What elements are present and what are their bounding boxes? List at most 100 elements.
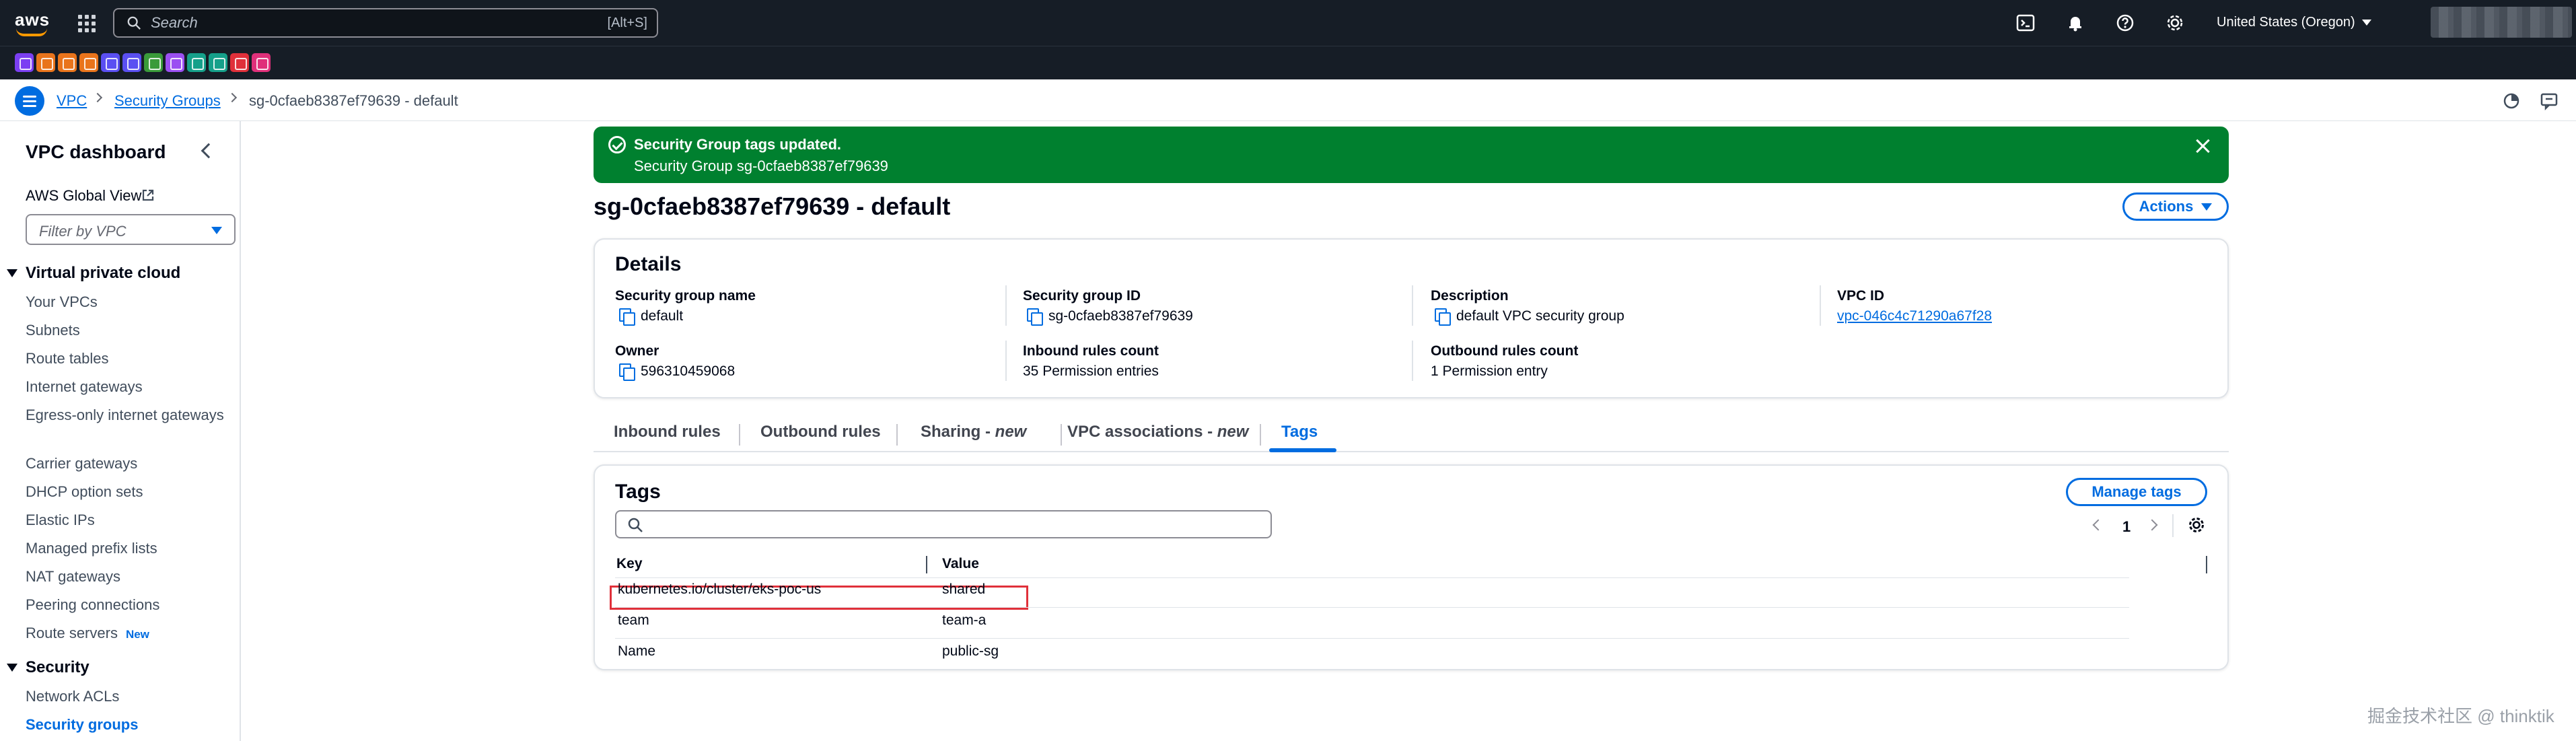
sidebar-section-title[interactable]: Virtual private cloud (26, 264, 180, 283)
aws-smile-icon (16, 28, 47, 36)
search-shortcut: [Alt+S] (607, 15, 647, 30)
actions-button[interactable]: Actions (2122, 192, 2229, 221)
sidebar-item-label: Subnets (26, 322, 80, 339)
sidebar-item-peering-connections[interactable]: Peering connections (26, 595, 227, 615)
sidebar-title[interactable]: VPC dashboard (26, 141, 166, 163)
sidebar-item-nat-gateways[interactable]: NAT gateways (26, 567, 227, 587)
search-icon (628, 518, 643, 532)
tab-tags[interactable]: Tags (1281, 423, 1318, 442)
top-navigation: aws [Alt+S] United States (Oregon) (0, 0, 2576, 46)
breadcrumb-vpc[interactable]: VPC (57, 92, 87, 110)
tab-divider (896, 424, 898, 446)
vpc-id-link[interactable]: vpc-046c4c71290a67f28 (1837, 308, 1992, 324)
sidebar-item-elastic-ips[interactable]: Elastic IPs (26, 510, 227, 530)
chevron-left-icon[interactable] (201, 143, 217, 159)
sidebar-item-label: Your VPCs (26, 293, 98, 310)
tab-bar: Inbound rules Outbound rules Sharing - n… (594, 417, 2229, 452)
favorite-service-10-icon[interactable] (209, 53, 227, 72)
sidebar-item-label: Network ACLs (26, 688, 120, 705)
manage-tags-button[interactable]: Manage tags (2066, 478, 2207, 506)
favorite-service-2-icon[interactable] (36, 53, 55, 72)
account-menu-blurred[interactable] (2431, 7, 2572, 38)
tag-value-cell: shared (942, 581, 986, 597)
filter-by-vpc-select[interactable]: Filter by VPC (26, 214, 236, 245)
favorite-service-1-icon[interactable] (15, 53, 34, 72)
breadcrumb-security-groups[interactable]: Security Groups (114, 92, 221, 110)
header-divider (615, 577, 2129, 578)
sidebar-item-route-servers[interactable]: Route servers New (26, 623, 227, 645)
sidebar-item-label: Carrier gateways (26, 455, 138, 472)
favorite-service-5-icon[interactable] (101, 53, 120, 72)
info-panel-icon[interactable] (2502, 92, 2521, 110)
copy-icon[interactable] (619, 308, 635, 326)
sidebar-item-label: Elastic IPs (26, 511, 95, 528)
favorite-service-6-icon[interactable] (122, 53, 141, 72)
favorite-service-11-icon[interactable] (230, 53, 249, 72)
chevron-right-icon[interactable] (2146, 519, 2158, 531)
column-header-key[interactable]: Key (616, 556, 643, 572)
bell-icon[interactable] (2066, 13, 2085, 32)
divider (1005, 285, 1007, 326)
external-link-icon (142, 189, 154, 201)
sidebar-item-global-view[interactable]: AWS Global View (26, 187, 141, 205)
owner-value: 596310459068 (641, 363, 736, 379)
sidebar-item-managed-prefix-lists[interactable]: Managed prefix lists (26, 538, 227, 559)
owner-label: Owner (615, 343, 659, 359)
sidebar-item-your-vpcs[interactable]: Your VPCs (26, 292, 227, 312)
tag-value-cell: public-sg (942, 643, 999, 659)
chevron-right-icon (92, 92, 103, 103)
sidebar-item-subnets[interactable]: Subnets (26, 320, 227, 341)
favorite-service-3-icon[interactable] (58, 53, 77, 72)
tags-search[interactable] (615, 510, 1272, 538)
vpc-id-label: VPC ID (1837, 288, 1885, 304)
sidebar-item-egress-only-internet-gateways[interactable]: Egress-only internet gateways (26, 405, 227, 425)
sidebar-item-dhcp-option-sets[interactable]: DHCP option sets (26, 482, 227, 502)
sidebar-item-security-groups[interactable]: Security groups (26, 715, 227, 735)
cloudshell-icon[interactable] (2016, 13, 2035, 32)
sidebar-item-network-acls[interactable]: Network ACLs (26, 686, 227, 707)
row-divider (615, 638, 2129, 639)
sidebar-item-internet-gateways[interactable]: Internet gateways (26, 377, 227, 397)
chevron-left-icon[interactable] (2092, 519, 2104, 531)
sidebar-item-label: Route tables (26, 350, 109, 367)
gear-icon[interactable] (2187, 516, 2206, 534)
aws-logo[interactable]: aws (13, 8, 51, 38)
caret-down-icon[interactable] (7, 269, 17, 277)
favorite-service-12-icon[interactable] (252, 53, 271, 72)
favorite-service-4-icon[interactable] (79, 53, 98, 72)
copy-icon[interactable] (619, 363, 635, 381)
region-selector[interactable]: United States (Oregon) (2217, 15, 2371, 30)
gear-icon[interactable] (2166, 13, 2184, 32)
help-icon[interactable] (2116, 13, 2135, 32)
caret-down-icon[interactable] (7, 664, 17, 672)
copy-icon[interactable] (1435, 308, 1451, 326)
sidebar-item-route-tables[interactable]: Route tables (26, 349, 227, 369)
global-search[interactable]: [Alt+S] (113, 8, 658, 38)
favorite-service-8-icon[interactable] (166, 53, 184, 72)
page-number[interactable]: 1 (2122, 518, 2131, 536)
tab-sharing[interactable]: Sharing - new (921, 423, 1026, 442)
inbound-count-label: Inbound rules count (1023, 343, 1159, 359)
tab-vpc-associations[interactable]: VPC associations - new (1067, 423, 1248, 442)
sidebar-section-title[interactable]: Security (26, 658, 90, 677)
services-grid-icon[interactable] (78, 15, 96, 32)
tab-divider (1061, 424, 1062, 446)
favorite-service-7-icon[interactable] (144, 53, 163, 72)
copy-icon[interactable] (1027, 308, 1043, 326)
feedback-icon[interactable] (2540, 92, 2559, 110)
tags-search-input[interactable] (650, 517, 1256, 533)
side-menu-button[interactable] (15, 86, 44, 116)
favorite-service-9-icon[interactable] (187, 53, 206, 72)
tab-outbound-rules[interactable]: Outbound rules (760, 423, 881, 442)
details-title: Details (615, 253, 682, 275)
search-input[interactable] (151, 14, 554, 32)
close-icon[interactable] (2194, 137, 2211, 155)
column-resizer[interactable] (2206, 556, 2207, 573)
column-header-value[interactable]: Value (942, 556, 979, 572)
sidebar-item-carrier-gateways[interactable]: Carrier gateways (26, 454, 227, 474)
tab-inbound-rules[interactable]: Inbound rules (614, 423, 721, 442)
chevron-right-icon (227, 92, 238, 103)
caret-down-icon (2361, 20, 2371, 26)
column-resizer[interactable] (926, 556, 927, 573)
divider (1412, 341, 1413, 381)
